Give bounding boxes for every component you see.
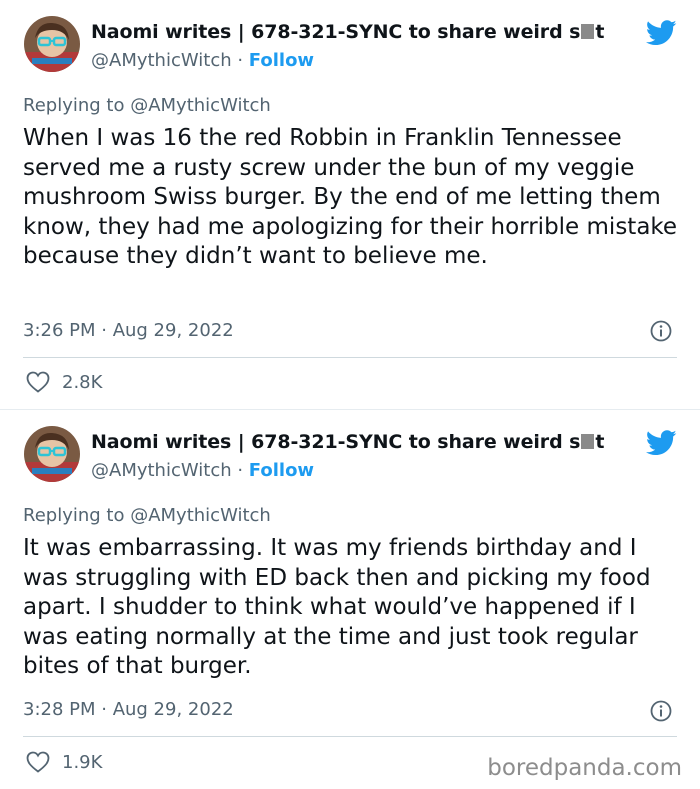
replying-prefix: Replying to — [23, 505, 131, 526]
tweet-card: Naomi writes | 678-321-SYNC to share wei… — [0, 0, 700, 409]
info-icon[interactable] — [650, 700, 672, 722]
display-name-text-end: t — [595, 21, 605, 43]
timestamp[interactable]: 3:26 PM · Aug 29, 2022 — [23, 320, 234, 341]
avatar[interactable] — [24, 16, 80, 72]
twitter-bird-icon[interactable] — [646, 430, 677, 456]
follow-button[interactable]: Follow — [249, 50, 314, 71]
replying-handle[interactable]: @AMythicWitch — [130, 95, 271, 116]
tweet-card: Naomi writes | 678-321-SYNC to share wei… — [0, 409, 700, 789]
replying-prefix: Replying to — [23, 95, 131, 116]
display-name-text-end: t — [595, 431, 605, 453]
replying-to: Replying to @AMythicWitch — [23, 95, 271, 116]
handle[interactable]: @AMythicWitch — [91, 460, 232, 481]
heart-icon — [26, 371, 50, 393]
display-name-text: Naomi writes | 678-321-SYNC to share wei… — [91, 431, 581, 453]
display-name[interactable]: Naomi writes | 678-321-SYNC to share wei… — [91, 431, 604, 453]
avatar[interactable] — [24, 426, 80, 482]
avatar-image — [24, 426, 80, 482]
like-count: 2.8K — [62, 371, 103, 393]
like-button[interactable]: 1.9K — [26, 751, 102, 773]
handle-line: @AMythicWitch · Follow — [91, 460, 314, 481]
divider — [23, 357, 677, 358]
divider — [23, 736, 677, 737]
timestamp[interactable]: 3:28 PM · Aug 29, 2022 — [23, 699, 234, 720]
display-name-text: Naomi writes | 678-321-SYNC to share wei… — [91, 21, 581, 43]
avatar-image — [24, 16, 80, 72]
separator: · — [231, 460, 249, 481]
tweet-text: When I was 16 the red Robbin in Franklin… — [23, 125, 678, 269]
replying-handle[interactable]: @AMythicWitch — [130, 505, 271, 526]
redaction-block — [581, 434, 595, 449]
like-count: 1.9K — [62, 751, 103, 773]
tweet-text: It was embarrassing. It was my friends b… — [23, 535, 651, 679]
info-icon[interactable] — [650, 320, 672, 342]
heart-icon — [26, 751, 50, 773]
follow-button[interactable]: Follow — [249, 460, 314, 481]
twitter-bird-icon[interactable] — [646, 20, 677, 46]
handle-line: @AMythicWitch · Follow — [91, 50, 314, 71]
separator: · — [231, 50, 249, 71]
display-name[interactable]: Naomi writes | 678-321-SYNC to share wei… — [91, 21, 604, 43]
watermark: boredpanda.com — [487, 755, 682, 781]
replying-to: Replying to @AMythicWitch — [23, 505, 271, 526]
redaction-block — [581, 24, 595, 39]
like-button[interactable]: 2.8K — [26, 371, 102, 393]
handle[interactable]: @AMythicWitch — [91, 50, 232, 71]
